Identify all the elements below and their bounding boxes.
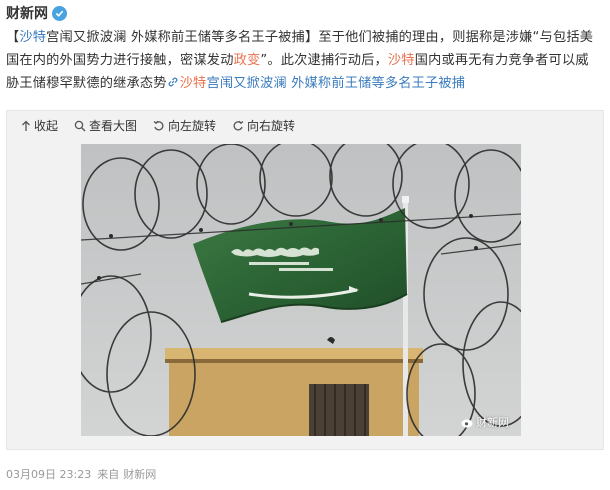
rotate-left-icon: [153, 120, 164, 130]
rotate-right-icon: [233, 120, 244, 130]
post-footer: 03月09日 23:23 来自 财新网: [6, 466, 156, 482]
post-header: 财新网: [6, 2, 67, 24]
rotate-right-button[interactable]: 向右旋转: [232, 117, 295, 134]
title-bracket-open: 【: [6, 30, 20, 45]
article-link-title: 宫闱又掀波澜 外媒称前王储等多名王子被捕: [206, 76, 466, 91]
rotate-left-label: 向左旋转: [168, 119, 217, 133]
topic-link-saudi[interactable]: 沙特: [19, 30, 46, 45]
post-time[interactable]: 03月09日 23:23: [6, 466, 91, 482]
title-bracket-close: 】: [304, 30, 319, 45]
post-title: 宫闱又掀波澜 外媒称前王储等多名王子被捕: [46, 30, 305, 45]
keyword-coup[interactable]: 政变: [234, 53, 261, 68]
rotate-right-label: 向右旋转: [247, 119, 296, 133]
author-name[interactable]: 财新网: [6, 3, 48, 23]
link-icon: [168, 77, 178, 87]
collapse-label: 收起: [34, 119, 59, 133]
topic-link-saudi-2[interactable]: 沙特: [388, 53, 415, 68]
media-panel: 收起 查看大图 向左旋转 向右旋转 财新网: [6, 110, 604, 450]
view-large-label: 查看大图: [89, 119, 138, 133]
article-link-topic: 沙特: [179, 76, 207, 91]
saudi-flag-barbed-wire-photo: [81, 144, 521, 436]
watermark: 财新网: [461, 414, 509, 430]
source-label: 来自: [97, 468, 120, 481]
arrow-up-icon: [22, 120, 30, 131]
view-large-button[interactable]: 查看大图: [74, 117, 137, 134]
magnifier-icon: [74, 120, 86, 131]
post-source[interactable]: 财新网: [123, 466, 156, 482]
post-body-part2: ”。此次逮捕行动后，: [260, 53, 388, 68]
rotate-left-button[interactable]: 向左旋转: [153, 117, 216, 134]
media-toolbar: 收起 查看大图 向左旋转 向右旋转: [21, 117, 295, 134]
weibo-logo-icon: [461, 419, 473, 427]
collapse-button[interactable]: 收起: [21, 117, 58, 134]
watermark-text: 财新网: [476, 416, 509, 429]
verified-badge-icon: [52, 5, 67, 21]
post-text: 【沙特宫闱又掀波澜 外媒称前王储等多名王子被捕】至于他们被捕的理由，则据称是涉嫌…: [6, 26, 602, 95]
article-link[interactable]: 沙特宫闱又掀波澜 外媒称前王储等多名王子被捕: [167, 76, 466, 91]
news-photo[interactable]: 财新网: [81, 144, 521, 436]
